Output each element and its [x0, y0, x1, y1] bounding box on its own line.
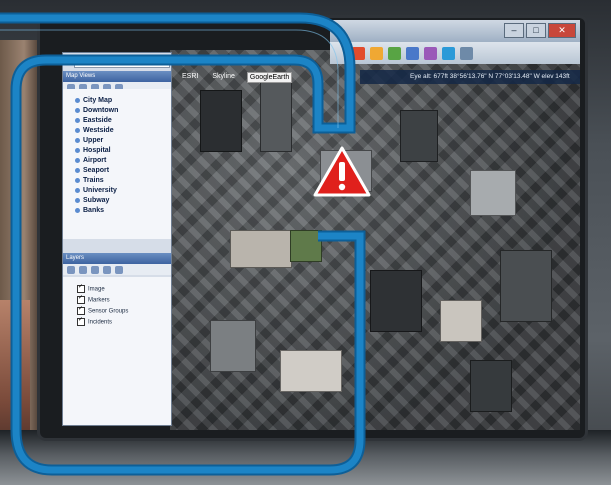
layer-item-image[interactable]: Image — [77, 283, 105, 293]
view-icon — [75, 127, 80, 133]
view-icon — [75, 107, 80, 113]
layer-item-sensor-groups[interactable]: Sensor Groups — [77, 305, 128, 315]
building — [470, 170, 516, 216]
aerial-map[interactable] — [170, 50, 580, 430]
view-icon — [75, 147, 80, 153]
layer-item-markers[interactable]: Markers — [77, 294, 110, 304]
close-button[interactable]: ✕ — [548, 23, 576, 38]
maximize-button[interactable]: □ — [526, 23, 546, 38]
view-icon — [75, 177, 80, 183]
down-icon[interactable] — [115, 265, 123, 274]
layer-checkbox[interactable] — [77, 316, 85, 326]
layer-checkbox[interactable] — [77, 283, 85, 293]
tab-esri[interactable]: ESRI — [180, 72, 200, 83]
building — [230, 230, 292, 268]
map-views-header: Map Views — [63, 71, 171, 82]
gear-icon[interactable] — [388, 46, 401, 60]
flag-icon[interactable] — [370, 46, 383, 60]
building — [500, 250, 552, 322]
tree-item[interactable]: Hospital — [75, 147, 111, 154]
map-views-tree: City Map Downtown Eastside Westside Uppe… — [63, 89, 171, 239]
view-icon — [75, 207, 80, 213]
layer-checkbox[interactable] — [77, 305, 85, 315]
window-titlebar: – □ ✕ — [330, 20, 580, 43]
building — [200, 90, 242, 152]
tree-item[interactable]: Upper — [75, 137, 103, 144]
delete-icon[interactable] — [91, 265, 99, 274]
building — [370, 270, 422, 332]
edit-icon[interactable] — [79, 265, 87, 274]
screen-icon[interactable] — [460, 46, 473, 60]
minimize-button[interactable]: – — [504, 23, 524, 38]
tree-item[interactable]: University — [75, 187, 117, 194]
warning-exclamation-dot — [338, 183, 346, 191]
building — [400, 110, 438, 162]
view-icon — [75, 157, 80, 163]
layers-toolbar — [63, 264, 171, 275]
tree-item[interactable]: Westside — [75, 127, 114, 134]
app-side-panel: Map Views City Map Downtown Eastside Wes… — [62, 52, 172, 426]
main-toolbar — [330, 42, 580, 64]
layer-checkbox[interactable] — [77, 294, 85, 304]
layer-item-incidents[interactable]: Incidents — [77, 316, 112, 326]
tab-google-earth[interactable]: GoogleEarth — [246, 72, 293, 83]
tree-item[interactable]: Eastside — [75, 117, 112, 124]
view-icon — [75, 97, 80, 103]
up-icon[interactable] — [103, 265, 111, 274]
tree-item-city-map[interactable]: City Map — [75, 97, 112, 104]
building — [280, 350, 342, 392]
tree-item[interactable]: Subway — [75, 197, 109, 204]
globe-icon[interactable] — [442, 46, 455, 60]
view-icon — [75, 197, 80, 203]
building — [440, 300, 482, 342]
camera-icon[interactable] — [406, 46, 419, 60]
view-icon — [75, 117, 80, 123]
park — [290, 230, 322, 262]
warning-triangle-icon[interactable] — [313, 146, 371, 198]
view-icon — [75, 167, 80, 173]
add-icon[interactable] — [67, 265, 75, 274]
tree-item[interactable]: Airport — [75, 157, 106, 164]
building — [470, 360, 512, 412]
search-input[interactable]: Search Map — [74, 56, 170, 68]
warning-exclamation-bar — [339, 162, 345, 181]
view-icon — [75, 187, 80, 193]
layers-list: Image Markers Sensor Groups Incidents — [63, 277, 171, 425]
photo-scene: – □ ✕ Eye alt: 677ft 38°56'13.76" N 77°0… — [0, 0, 611, 485]
tree-item[interactable]: Downtown — [75, 107, 118, 114]
tab-skyline[interactable]: Skyline — [210, 72, 237, 83]
tree-item[interactable]: Seaport — [75, 167, 109, 174]
tree-item[interactable]: Trains — [75, 177, 104, 184]
building — [210, 320, 256, 372]
chart-icon[interactable] — [424, 46, 437, 60]
tree-item[interactable]: Banks — [75, 207, 104, 214]
layers-header: Layers — [63, 253, 171, 264]
building — [260, 80, 292, 152]
pin-icon[interactable] — [352, 46, 365, 60]
map-provider-tabs: ESRI Skyline GoogleEarth — [180, 72, 293, 83]
view-icon — [75, 137, 80, 143]
desk-surface — [0, 430, 611, 485]
map-status-bar: Eye alt: 677ft 38°56'13.76" N 77°03'13.4… — [360, 70, 580, 84]
